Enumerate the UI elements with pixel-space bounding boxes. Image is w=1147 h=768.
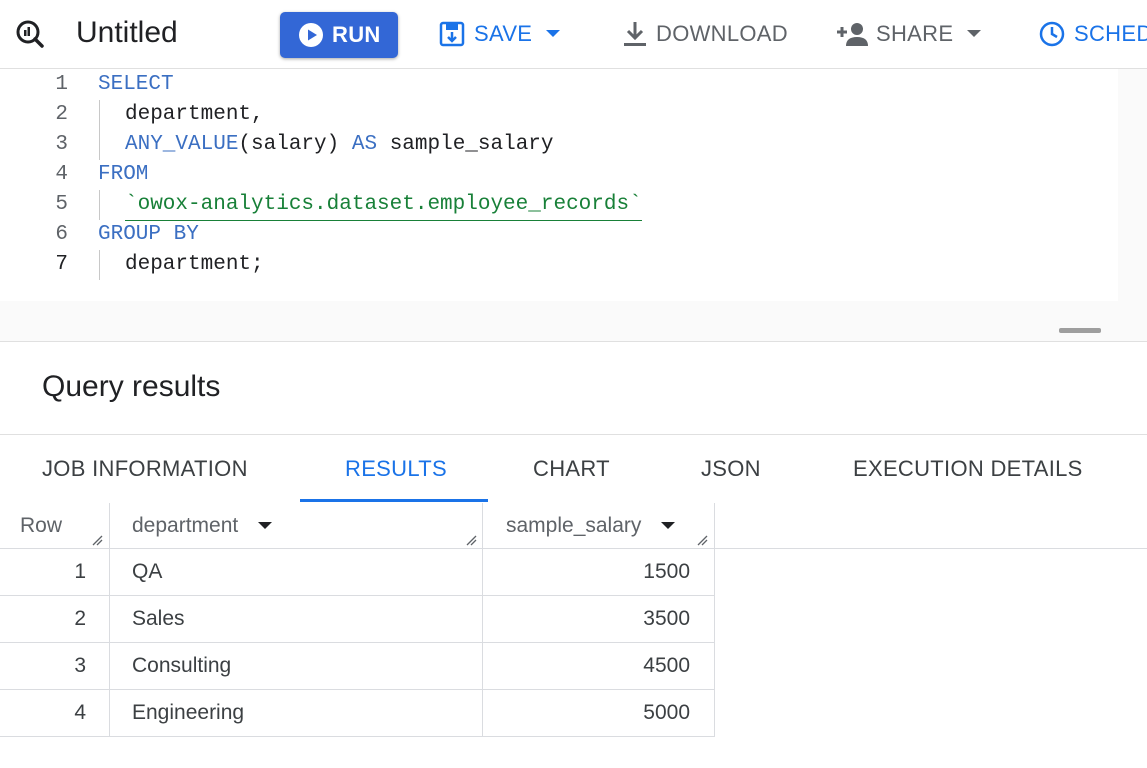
schedule-label: SCHED	[1074, 21, 1147, 46]
row-number: 4	[74, 701, 86, 724]
args-token: (salary)	[238, 133, 340, 156]
run-label: RUN	[332, 22, 381, 47]
editor-resize-handle[interactable]	[1059, 328, 1101, 333]
query-title[interactable]: Untitled	[76, 14, 178, 52]
run-button[interactable]: RUN	[280, 12, 398, 58]
save-label: SAVE	[474, 21, 533, 46]
sort-arrow-icon[interactable]	[258, 522, 273, 530]
line-number: 6	[55, 223, 68, 246]
save-icon	[439, 21, 465, 47]
code-text: ANY_VALUE(salary) AS sample_salary	[125, 130, 554, 160]
results-tabs: JOB INFORMATION RESULTS CHART JSON EXECU…	[0, 434, 1147, 504]
indent-guide	[99, 130, 100, 160]
code-line: 5 `owox-analytics.dataset.employee_recor…	[0, 190, 1118, 221]
tab-job-information[interactable]: JOB INFORMATION	[42, 435, 248, 503]
toolbar: Untitled RUN SAVE DOWNLOAD SHARE SCHED	[0, 0, 1147, 69]
sql-editor[interactable]: 1 SELECT 2 department, 3 ANY_VALUE(salar…	[0, 69, 1147, 341]
results-heading: Query results	[42, 370, 221, 403]
code-line: 7 department;	[0, 250, 1118, 280]
line-number: 5	[55, 193, 68, 216]
download-button[interactable]: DOWNLOAD	[622, 14, 788, 54]
column-header-row: Row	[20, 514, 63, 537]
column-header-label: sample_salary	[506, 514, 642, 537]
play-icon	[299, 23, 323, 47]
share-label: SHARE	[876, 21, 954, 46]
column-resize-icon[interactable]	[91, 534, 103, 546]
code-line: 6 GROUP BY	[0, 220, 1118, 250]
download-label: DOWNLOAD	[656, 21, 788, 46]
chevron-down-icon	[967, 30, 982, 37]
table-row[interactable]: 2 Sales 3500	[0, 596, 715, 643]
alias-token: sample_salary	[389, 133, 554, 156]
indent-guide	[99, 100, 100, 130]
editor-text-area[interactable]: 1 SELECT 2 department, 3 ANY_VALUE(salar…	[0, 69, 1118, 301]
code-text: department,	[125, 103, 264, 126]
table-row[interactable]: 3 Consulting 4500	[0, 643, 715, 690]
column-resize-icon[interactable]	[465, 534, 477, 546]
cell-department: Consulting	[132, 654, 232, 677]
query-icon	[16, 20, 44, 48]
code-text: SELECT	[98, 73, 174, 96]
code-text: GROUP BY	[98, 223, 199, 246]
line-number: 7	[55, 253, 68, 276]
table-header: Row department sample_salary	[0, 503, 1147, 549]
save-button[interactable]: SAVE	[438, 14, 561, 54]
line-number: 1	[55, 73, 68, 96]
column-header-department[interactable]: department	[132, 503, 273, 548]
chevron-down-icon	[546, 30, 561, 37]
code-text: FROM	[98, 163, 149, 186]
cell-sample-salary: 3500	[643, 607, 690, 630]
cell-sample-salary: 4500	[643, 654, 690, 677]
schedule-button[interactable]: SCHED	[1038, 14, 1147, 54]
column-header-sample-salary[interactable]: sample_salary	[506, 503, 676, 548]
indent-guide	[99, 250, 100, 280]
code-line: 4 FROM	[0, 160, 1118, 190]
code-text: department;	[125, 253, 264, 276]
tab-json[interactable]: JSON	[701, 435, 761, 503]
line-number: 4	[55, 163, 68, 186]
row-number: 2	[74, 607, 86, 630]
row-number: 3	[74, 654, 86, 677]
divider	[0, 341, 1147, 342]
row-number: 1	[74, 560, 86, 583]
share-button[interactable]: SHARE	[836, 14, 982, 54]
table-row[interactable]: 1 QA 1500	[0, 549, 715, 596]
sort-arrow-icon[interactable]	[661, 522, 676, 530]
code-line: 3 ANY_VALUE(salary) AS sample_salary	[0, 130, 1118, 160]
clock-icon	[1039, 21, 1065, 47]
table-reference[interactable]: `owox-analytics.dataset.employee_records…	[125, 190, 642, 221]
code-line: 1 SELECT	[0, 70, 1118, 100]
indent-guide	[99, 190, 100, 220]
active-tab-indicator	[300, 499, 488, 502]
keyword-token: AS	[351, 133, 378, 156]
function-token: ANY_VALUE	[125, 133, 239, 156]
cell-department: QA	[132, 560, 163, 583]
tab-execution-details[interactable]: EXECUTION DETAILS	[853, 435, 1083, 503]
line-number: 3	[55, 133, 68, 156]
tab-results[interactable]: RESULTS	[345, 435, 447, 503]
table-row[interactable]: 4 Engineering 5000	[0, 690, 715, 737]
cell-sample-salary: 5000	[643, 701, 690, 724]
cell-department: Sales	[132, 607, 185, 630]
cell-department: Engineering	[132, 701, 245, 724]
download-icon	[624, 22, 646, 46]
line-number: 2	[55, 103, 68, 126]
column-resize-icon[interactable]	[696, 534, 708, 546]
tab-chart[interactable]: CHART	[533, 435, 610, 503]
column-header-label: department	[132, 514, 239, 537]
person-add-icon	[837, 23, 868, 46]
code-line: 2 department,	[0, 100, 1118, 130]
cell-sample-salary: 1500	[643, 560, 690, 583]
